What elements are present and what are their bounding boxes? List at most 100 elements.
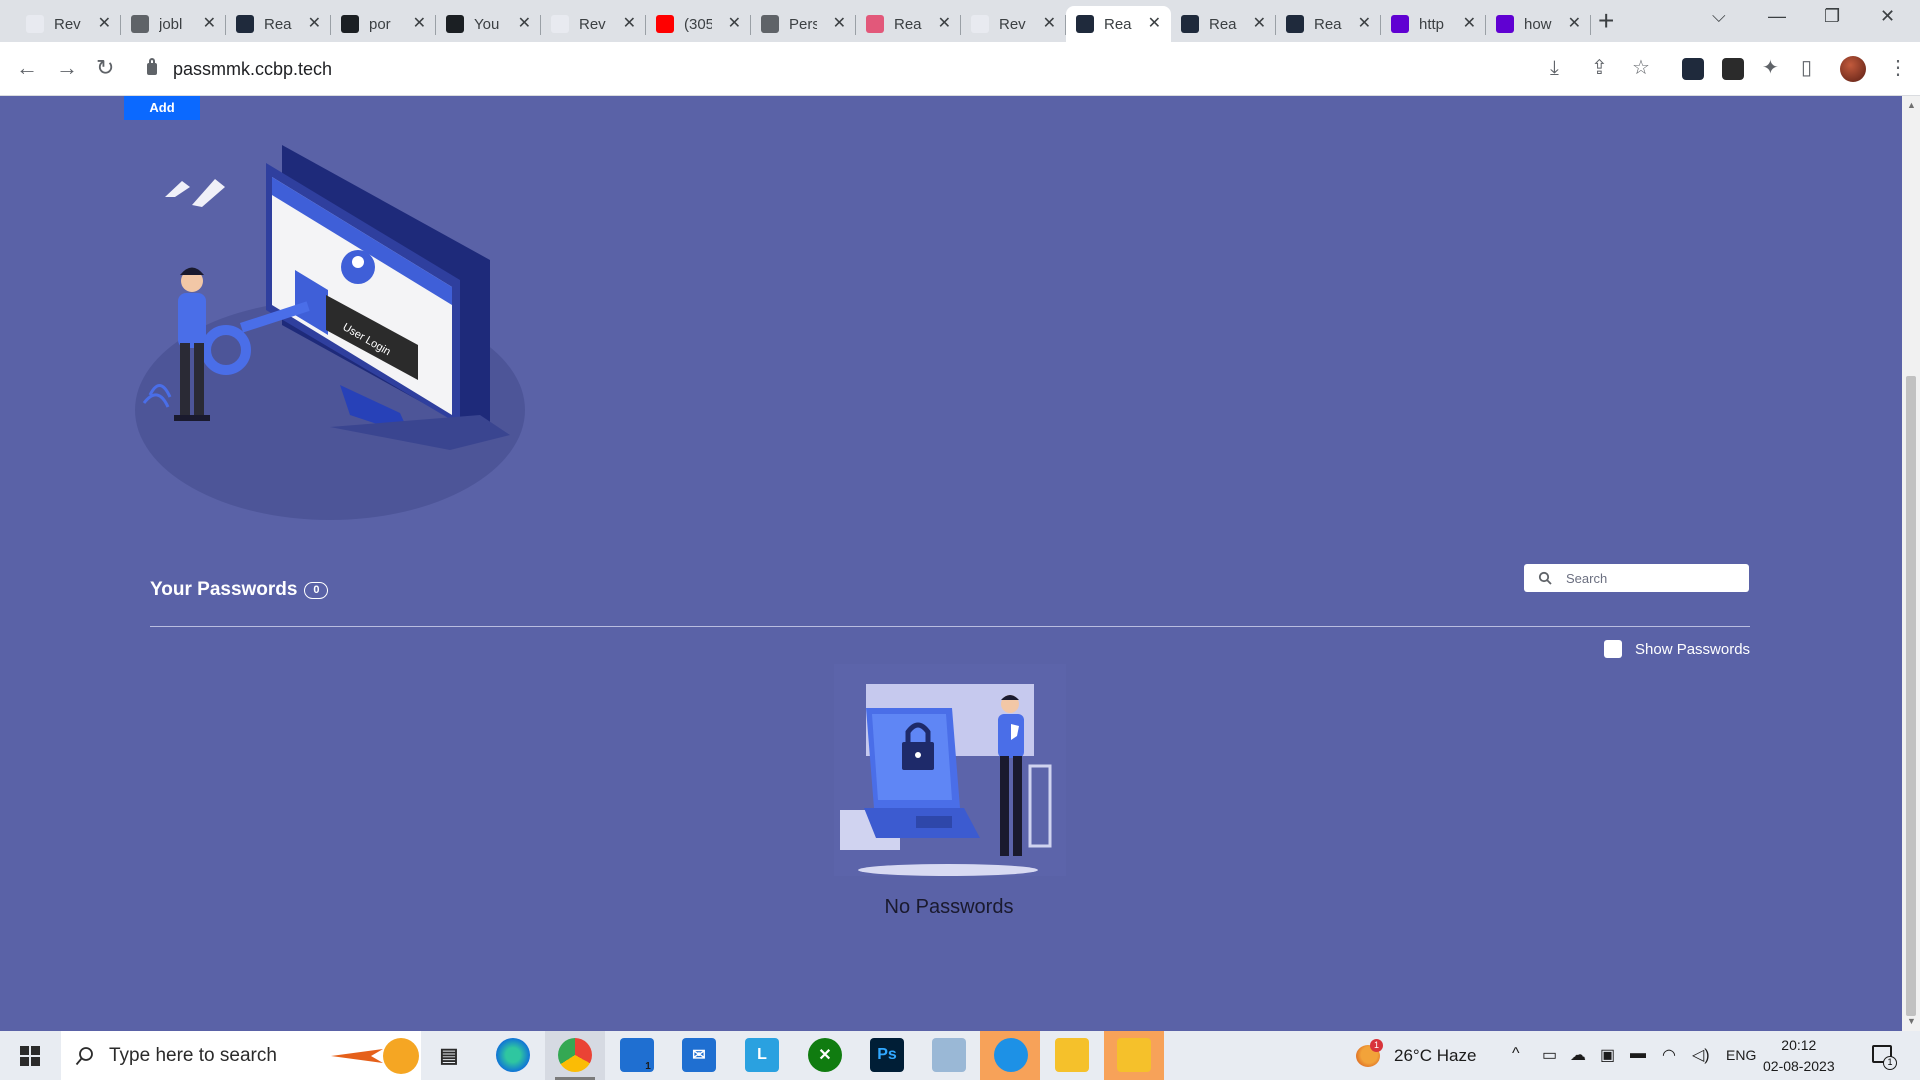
close-tab-icon[interactable]: ✕ (833, 15, 846, 33)
scrollbar-thumb[interactable] (1906, 376, 1916, 1016)
scroll-down-arrow-icon[interactable]: ▼ (1907, 1016, 1916, 1026)
docker-icon[interactable] (994, 1038, 1028, 1072)
mail-badge: 1 (645, 1060, 651, 1072)
weather-text: 26°C Haze (1394, 1046, 1477, 1065)
react-icon (1181, 15, 1199, 33)
react-icon (236, 15, 254, 33)
onedrive-cloud-icon[interactable]: ☁ (1570, 1045, 1586, 1065)
microsoft-store-icon[interactable]: 1 (620, 1038, 654, 1072)
taskbar-clock[interactable]: 20:12 02-08-2023 (1763, 1035, 1835, 1077)
taskbar-search-box[interactable]: Type here to search (61, 1031, 421, 1080)
browser-tab[interactable]: Rev ✕ (16, 6, 121, 42)
taskbar-search-placeholder: Type here to search (109, 1044, 277, 1066)
weather-haze-icon: 1 (1356, 1039, 1383, 1067)
extension-icon[interactable] (1722, 58, 1744, 80)
bookmark-star-icon[interactable]: ☆ (1632, 57, 1650, 79)
close-tab-icon[interactable]: ✕ (203, 15, 216, 33)
photos-app-icon[interactable] (1117, 1038, 1151, 1072)
close-tab-icon[interactable]: ✕ (1148, 15, 1161, 33)
react-icon (1286, 15, 1304, 33)
taskbar-search-icon (75, 1046, 93, 1065)
clock-time: 20:12 (1781, 1037, 1817, 1053)
chrome-browser-icon[interactable] (558, 1038, 592, 1072)
show-passwords-checkbox[interactable] (1604, 640, 1622, 658)
browser-tab[interactable]: por ✕ (331, 6, 436, 42)
tab-title: Rea (264, 15, 292, 33)
wifi-icon[interactable]: ◠ (1662, 1045, 1676, 1065)
browser-tab[interactable]: jobl ✕ (121, 6, 226, 42)
battery-icon[interactable]: ▬ (1630, 1045, 1646, 1063)
new-tab-button[interactable]: + (1598, 7, 1614, 35)
tab-title: http (1419, 15, 1445, 33)
browser-tab[interactable]: Rev ✕ (961, 6, 1066, 42)
edge-browser-icon[interactable] (496, 1038, 530, 1072)
browser-tab[interactable]: Rea ✕ (1171, 6, 1276, 42)
language-indicator[interactable]: ENG (1726, 1047, 1756, 1063)
search-input[interactable] (1566, 570, 1746, 586)
youtube-icon (656, 15, 674, 33)
minimize-button[interactable]: — (1768, 6, 1786, 27)
close-tab-icon[interactable]: ✕ (1043, 15, 1056, 33)
page-scrollbar[interactable]: ▲ ▼ (1902, 96, 1920, 1031)
show-passwords-label: Show Passwords (1635, 640, 1751, 658)
share-icon[interactable]: ⇪ (1591, 57, 1608, 79)
back-button[interactable]: ← (16, 56, 38, 80)
close-tab-icon[interactable]: ✕ (518, 15, 531, 33)
extensions-puzzle-icon[interactable]: ✦ (1762, 57, 1779, 79)
lock-icon (147, 58, 157, 75)
install-app-icon[interactable]: ⤓ (1550, 57, 1559, 79)
xbox-icon[interactable]: ✕ (808, 1038, 842, 1072)
browser-tab[interactable]: (305 ✕ (646, 6, 751, 42)
notification-center-icon[interactable]: 1 (1872, 1045, 1897, 1070)
l-app-icon[interactable]: L (745, 1038, 779, 1072)
photoshop-icon[interactable]: Ps (870, 1038, 904, 1072)
browser-tab[interactable]: Rea ✕ (226, 6, 331, 42)
tab-search-chevron-icon[interactable]: ⌵ (1712, 6, 1726, 27)
security-icon[interactable]: ▣ (1600, 1045, 1615, 1065)
browser-tab[interactable]: Rea ✕ (856, 6, 961, 42)
browser-tab[interactable]: http ✕ (1381, 6, 1486, 42)
close-tab-icon[interactable]: ✕ (1463, 15, 1476, 33)
restore-button[interactable]: ❐ (1824, 6, 1840, 27)
address-bar[interactable]: passmmk.ccbp.tech (147, 53, 332, 85)
profile-avatar[interactable] (1840, 56, 1866, 82)
show-passwords-toggle[interactable]: Show Passwords (1604, 640, 1750, 658)
passwords-count-badge: 0 (304, 581, 329, 599)
notepad-app-icon[interactable] (932, 1038, 966, 1072)
scroll-up-arrow-icon[interactable]: ▲ (1907, 100, 1916, 110)
show-hidden-icons-chevron-icon[interactable]: ^ (1512, 1045, 1520, 1063)
close-tab-icon[interactable]: ✕ (1253, 15, 1266, 33)
browser-tab[interactable]: Rev ✕ (541, 6, 646, 42)
close-tab-icon[interactable]: ✕ (98, 15, 111, 33)
tab-title: jobl (159, 15, 183, 33)
close-tab-icon[interactable]: ✕ (1358, 15, 1371, 33)
task-view-icon[interactable]: ▤ (432, 1038, 466, 1072)
side-panel-icon[interactable]: ▯ (1801, 57, 1812, 79)
volume-icon[interactable]: ◁) (1692, 1045, 1710, 1065)
browser-tab[interactable]: Rea ✕ (1276, 6, 1381, 42)
windows-start-icon[interactable] (20, 1046, 40, 1066)
tab-title: Rev (999, 15, 1026, 33)
close-window-button[interactable]: ✕ (1880, 6, 1895, 27)
url-text: passmmk.ccbp.tech (173, 58, 333, 79)
close-tab-icon[interactable]: ✕ (1568, 15, 1581, 33)
menu-kebab-icon[interactable]: ⋮ (1888, 57, 1908, 79)
forward-button[interactable]: → (56, 56, 78, 80)
reload-button[interactable]: ↻ (96, 56, 114, 80)
react-devtools-extension-icon[interactable] (1682, 58, 1704, 80)
close-tab-icon[interactable]: ✕ (728, 15, 741, 33)
weather-widget[interactable]: 1 26°C Haze (1356, 1039, 1477, 1067)
add-button[interactable]: Add (124, 96, 200, 120)
mail-icon[interactable]: ✉ (682, 1038, 716, 1072)
browser-tab[interactable]: Pers ✕ (751, 6, 856, 42)
close-tab-icon[interactable]: ✕ (413, 15, 426, 33)
file-explorer-icon[interactable] (1055, 1038, 1089, 1072)
close-tab-icon[interactable]: ✕ (938, 15, 951, 33)
browser-tab[interactable]: Rea ✕ (1066, 6, 1171, 42)
yahoo-icon (1391, 15, 1409, 33)
meet-now-icon[interactable]: ▭ (1542, 1045, 1557, 1065)
browser-tab[interactable]: how ✕ (1486, 6, 1591, 42)
close-tab-icon[interactable]: ✕ (308, 15, 321, 33)
browser-tab[interactable]: You ✕ (436, 6, 541, 42)
close-tab-icon[interactable]: ✕ (623, 15, 636, 33)
